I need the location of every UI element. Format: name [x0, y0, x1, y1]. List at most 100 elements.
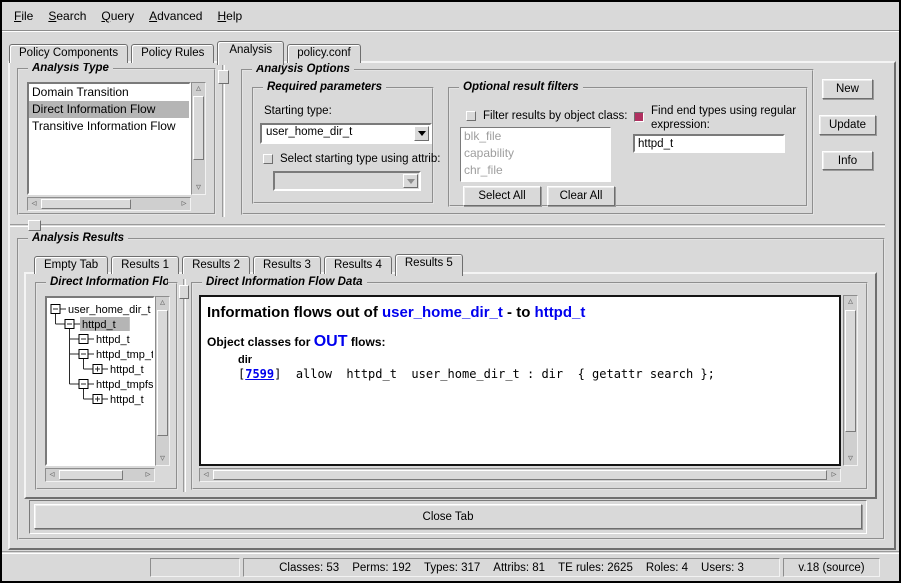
status-stat: TE rules: 2625	[558, 562, 633, 574]
flow-data-hscrollbar[interactable]: ◃▹	[199, 468, 841, 482]
menu-advanced[interactable]: Advanced	[149, 9, 202, 23]
scroll-down-arrow[interactable]: ▿	[844, 453, 857, 465]
main-tab-bar: Policy ComponentsPolicy RulesAnalysispol…	[9, 39, 364, 63]
menu-query[interactable]: Query	[101, 9, 134, 23]
chevron-down-icon	[418, 131, 426, 136]
flow-tree-vscrollbar[interactable]: ▵▿	[155, 296, 170, 466]
new-button[interactable]: New	[822, 79, 873, 99]
flow-heading-text: - to	[503, 304, 535, 321]
menu-help[interactable]: Help	[217, 9, 242, 23]
flow-data-vscrollbar[interactable]: ▵▿	[843, 295, 858, 466]
starting-type-value: user_home_dir_t	[266, 126, 352, 138]
object-class-list: blk_filecapabilitychr_file	[460, 127, 611, 182]
tab-policy-components[interactable]: Policy Components	[9, 44, 128, 63]
scroll-thumb[interactable]	[157, 310, 168, 436]
scroll-thumb[interactable]	[213, 470, 827, 480]
analysis-results-title: Analysis Results	[28, 232, 128, 244]
results-tab-empty-tab[interactable]: Empty Tab	[34, 256, 108, 274]
flow-object-class: dir	[238, 354, 833, 366]
status-stats: Classes: 53Perms: 192Types: 317Attribs: …	[243, 558, 780, 577]
scroll-up-arrow[interactable]: ▵	[844, 296, 857, 308]
flow-tree-title: Direct Information Flow T	[46, 276, 168, 288]
regex-checkbox[interactable]	[634, 112, 644, 122]
menu-search[interactable]: Search	[48, 9, 86, 23]
select-all-button[interactable]: Select All	[463, 186, 541, 206]
attrib-checkbox-label[interactable]: Select starting type using attrib:	[280, 153, 440, 165]
flow-tree-hscrollbar[interactable]: ◃▹	[45, 468, 155, 482]
scroll-up-arrow[interactable]: ▵	[156, 297, 169, 309]
analysis-type-option[interactable]: Direct Information Flow	[29, 101, 189, 118]
starting-type-combobox[interactable]: user_home_dir_t	[260, 123, 432, 144]
scroll-right-arrow[interactable]: ▹	[142, 469, 154, 481]
status-stat: Roles: 4	[646, 562, 688, 574]
top-splitter-line	[222, 64, 225, 217]
info-button[interactable]: Info	[822, 151, 873, 170]
results-splitter-handle[interactable]	[28, 220, 41, 231]
rule-number-link[interactable]: 7599	[245, 367, 274, 381]
starting-type-dropdown-button[interactable]	[414, 126, 429, 141]
scroll-left-arrow[interactable]: ◃	[46, 469, 58, 481]
update-button[interactable]: Update	[819, 115, 876, 135]
scroll-right-arrow[interactable]: ▹	[828, 469, 840, 481]
menu-bar: File Search Query Advanced Help	[2, 2, 899, 31]
flow-subheading: Object classes for OUT flows:	[207, 333, 833, 351]
results-tab-bar: Empty TabResults 1Results 2Results 3Resu…	[34, 252, 466, 274]
object-class-option: chr_file	[461, 162, 610, 179]
status-version: v.18 (source)	[783, 558, 880, 577]
flow-data-text[interactable]: Information flows out of user_home_dir_t…	[199, 295, 841, 466]
analysis-type-option[interactable]: Domain Transition	[29, 84, 189, 101]
top-splitter-handle[interactable]	[218, 70, 229, 84]
svg-text:httpd_t: httpd_t	[110, 394, 144, 406]
flow-tree[interactable]: user_home_dir_thttpd_thttpd_thttpd_tmp_t…	[45, 296, 155, 466]
analysis-type-vscrollbar[interactable]: ▵▿	[191, 82, 206, 195]
chevron-down-icon	[407, 179, 415, 184]
results-splitter-line	[10, 224, 885, 227]
scroll-thumb[interactable]	[193, 96, 204, 160]
tree-data-splitter-line	[183, 279, 186, 492]
filter-object-class-checkbox[interactable]	[466, 111, 476, 121]
scroll-right-arrow[interactable]: ▹	[178, 198, 190, 210]
regex-input[interactable]	[633, 134, 785, 153]
analysis-type-option[interactable]: Transitive Information Flow	[29, 118, 189, 135]
scroll-thumb[interactable]	[41, 199, 131, 209]
flow-rule: [7599] allow httpd_t user_home_dir_t : d…	[238, 367, 833, 381]
scroll-down-arrow[interactable]: ▿	[156, 453, 169, 465]
svg-text:httpd_tmpfs_t: httpd_tmpfs_t	[96, 379, 153, 391]
required-parameters-title: Required parameters	[263, 81, 386, 93]
results-tab-results-3[interactable]: Results 3	[253, 256, 321, 274]
attrib-checkbox[interactable]	[263, 154, 273, 164]
svg-text:httpd_t: httpd_t	[110, 364, 144, 376]
flow-type-name: user_home_dir_t	[382, 304, 503, 321]
scroll-thumb[interactable]	[845, 310, 856, 432]
scroll-left-arrow[interactable]: ◃	[28, 198, 40, 210]
regex-checkbox-label[interactable]: Find end types using regular expression:	[651, 104, 797, 132]
tab-policy-rules[interactable]: Policy Rules	[131, 44, 214, 63]
filter-object-class-label[interactable]: Filter results by object class:	[483, 110, 627, 122]
flow-data-title: Direct Information Flow Data	[202, 276, 367, 288]
scroll-left-arrow[interactable]: ◃	[200, 469, 212, 481]
app-window: File Search Query Advanced Help Policy Compo…	[0, 0, 901, 583]
tab-policy-conf[interactable]: policy.conf	[287, 44, 360, 63]
analysis-type-list[interactable]: Domain TransitionDirect Information Flow…	[27, 82, 191, 195]
status-stat: Attribs: 81	[493, 562, 545, 574]
tab-analysis[interactable]: Analysis	[217, 41, 284, 65]
status-stat: Perms: 192	[352, 562, 411, 574]
svg-text:httpd_tmp_t: httpd_tmp_t	[96, 349, 153, 361]
scroll-thumb[interactable]	[59, 470, 123, 480]
attrib-combobox	[273, 171, 421, 191]
status-stat: Users: 3	[701, 562, 744, 574]
results-tab-results-1[interactable]: Results 1	[111, 256, 179, 274]
status-stat: Classes: 53	[279, 562, 339, 574]
clear-all-button[interactable]: Clear All	[547, 186, 615, 206]
flow-type-name: httpd_t	[535, 304, 586, 321]
tree-data-splitter-handle[interactable]	[179, 285, 189, 299]
results-tab-results-2[interactable]: Results 2	[182, 256, 250, 274]
scroll-up-arrow[interactable]: ▵	[192, 83, 205, 95]
menu-file[interactable]: File	[14, 9, 33, 23]
scroll-down-arrow[interactable]: ▿	[192, 182, 205, 194]
close-tab-button[interactable]: Close Tab	[34, 504, 862, 529]
optional-filters-title: Optional result filters	[459, 81, 583, 93]
results-tab-results-4[interactable]: Results 4	[324, 256, 392, 274]
analysis-type-hscrollbar[interactable]: ◃▹	[27, 197, 191, 211]
results-tab-results-5[interactable]: Results 5	[395, 254, 463, 276]
